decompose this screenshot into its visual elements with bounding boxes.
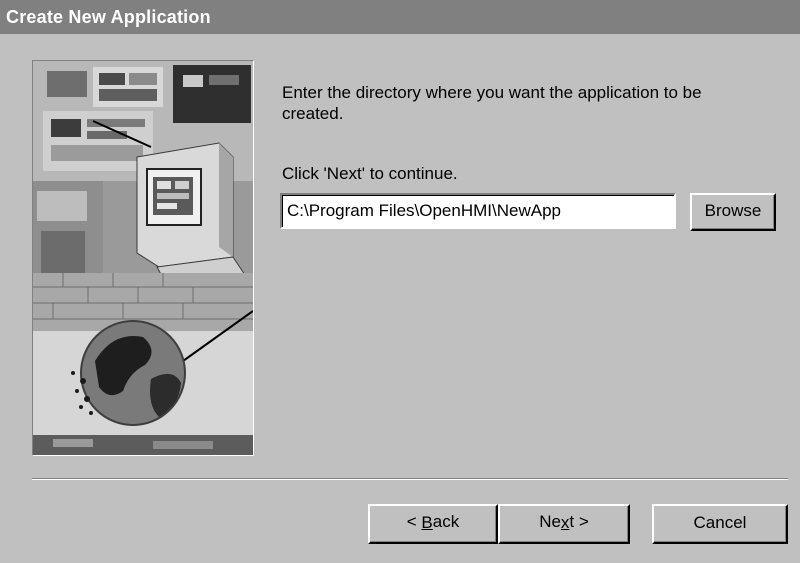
illustration-icon [33,61,253,455]
wizard-illustration [32,60,254,456]
title-bar[interactable]: Create New Application [0,0,800,34]
continue-hint-text: Click 'Next' to continue. [282,164,458,183]
next-prefix: Ne [539,512,561,531]
cancel-button[interactable]: Cancel [652,504,788,544]
window-title: Create New Application [6,7,211,27]
back-accelerator: B [421,513,433,532]
next-rest: t > [569,512,589,531]
separator-line [32,478,788,480]
browse-button-label: Browse [704,201,762,220]
back-button-label: < Back [406,512,460,532]
directory-path-input[interactable] [280,193,676,229]
next-button[interactable]: Next > [498,504,630,544]
browse-button[interactable]: Browse [690,193,776,231]
back-button[interactable]: < Back [368,504,498,544]
back-prefix: < [406,512,422,531]
cancel-button-label: Cancel [693,513,747,532]
back-rest: ack [432,512,460,531]
instruction-text: Enter the directory where you want the a… [282,83,702,123]
wizard-dialog: Create New Application Enter the directo… [0,0,800,563]
next-button-label: Next > [539,512,589,532]
